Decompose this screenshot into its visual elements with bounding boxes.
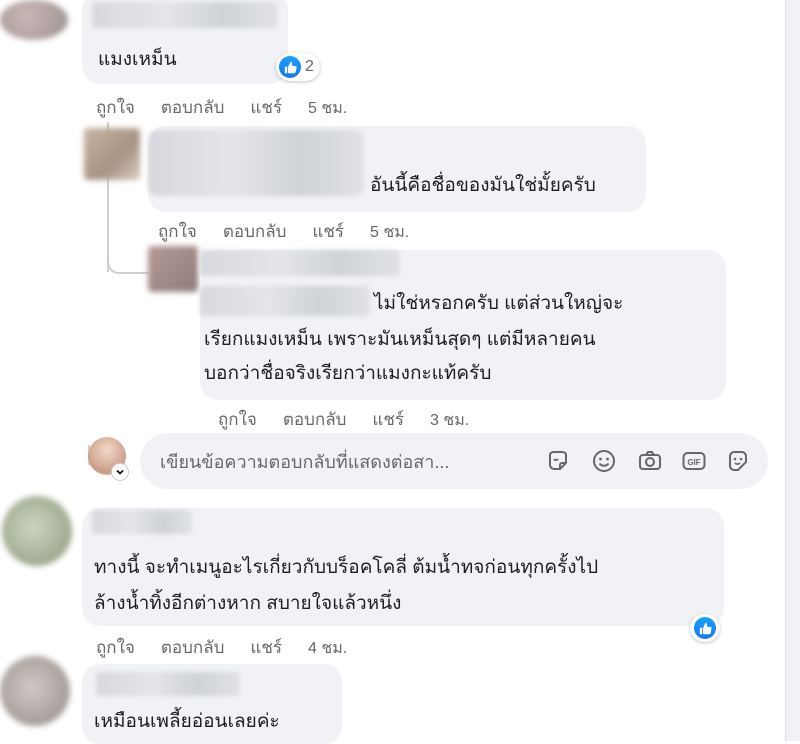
comment-text-line: บอกว่าชื่อจริงเรียกว่าแมงกะแท้ครับ: [204, 363, 492, 384]
reply-input[interactable]: [158, 433, 522, 491]
like-icon: [279, 56, 301, 78]
timestamp[interactable]: 4 ชม.: [308, 640, 347, 657]
comment-bubble: อันนี้คือชื่อของมันใช่มั้ยครับ: [148, 126, 646, 212]
avatar[interactable]: [84, 128, 140, 180]
reply-composer[interactable]: GIF: [140, 433, 768, 491]
like-link[interactable]: ถูกใจ: [158, 222, 197, 241]
reaction-count: 2: [305, 58, 314, 75]
thread-branch: [107, 250, 149, 274]
avatar[interactable]: [2, 496, 72, 566]
reaction-badge[interactable]: 2: [276, 53, 320, 81]
comment-text: เหมือนเพลี้ยอ่อนเลยค่ะ: [94, 711, 280, 732]
gif-icon[interactable]: GIF: [680, 447, 708, 475]
comment-actions: ถูกใจ ตอบกลับ แชร์ 5 ชม.: [158, 218, 409, 245]
comment-text-line: เรียกแมงเหม็น เพราะมันเหม็นสุดๆ แต่มีหลา…: [204, 329, 596, 350]
reaction-badge[interactable]: [690, 614, 720, 642]
avatar[interactable]: [148, 246, 198, 292]
comment-actions: ถูกใจ ตอบกลับ แชร์ 3 ชม.: [218, 406, 469, 433]
comment-bubble: ทางนี้ จะทำเมนูอะไรเกี่ยวกับบร็อคโคลี่ ต…: [82, 508, 724, 626]
like-link[interactable]: ถูกใจ: [218, 410, 257, 429]
scrollbar-track[interactable]: [785, 0, 800, 741]
comment-actions: ถูกใจ ตอบกลับ แชร์ 4 ชม.: [96, 634, 347, 661]
timestamp[interactable]: 3 ชม.: [430, 412, 469, 429]
like-icon: [694, 617, 716, 639]
commenter-name[interactable]: [96, 672, 240, 696]
share-link[interactable]: แชร์: [372, 410, 404, 429]
svg-text:GIF: GIF: [687, 458, 700, 467]
comment-text-line: ทางนี้ จะทำเมนูอะไรเกี่ยวกับบร็อคโคลี่ ต…: [94, 557, 599, 578]
commenter-name[interactable]: [92, 510, 192, 534]
comment-text-line: ไม่ใช่หรอกครับ แต่ส่วนใหญ่จะ: [374, 293, 624, 314]
reply-link[interactable]: ตอบกลับ: [161, 98, 225, 117]
share-link[interactable]: แชร์: [250, 98, 282, 117]
chevron-down-icon[interactable]: [112, 464, 128, 480]
sticker-icon[interactable]: [544, 447, 572, 475]
avatar[interactable]: [0, 0, 68, 40]
comment-bubble: เหมือนเพลี้ยอ่อนเลยค่ะ: [82, 664, 342, 744]
comment-actions: ถูกใจ ตอบกลับ แชร์ 5 ชม.: [96, 94, 347, 121]
reply-link[interactable]: ตอบกลับ: [161, 638, 225, 657]
reply-link[interactable]: ตอบกลับ: [223, 222, 287, 241]
avatar[interactable]: [0, 656, 70, 726]
reply-link[interactable]: ตอบกลับ: [283, 410, 347, 429]
blur-patch: [200, 286, 370, 316]
comment-bubble: แมงเหม็น: [82, 0, 288, 84]
comment-text-line: ล้างน้ำทิ้งอีกต่างหาก สบายใจแล้วหนึ่ง: [94, 593, 402, 614]
timestamp[interactable]: 5 ชม.: [370, 224, 409, 241]
share-link[interactable]: แชร์: [312, 222, 344, 241]
commenter-name[interactable]: [200, 250, 400, 276]
comment-bubble: ไม่ใช่หรอกครับ แต่ส่วนใหญ่จะ เรียกแมงเหม…: [200, 250, 726, 400]
timestamp[interactable]: 5 ชม.: [308, 100, 347, 117]
comment-text: อันนี้คือชื่อของมันใช่มั้ยครับ: [370, 175, 596, 196]
comment-text: แมงเหม็น: [98, 49, 177, 70]
emoji-icon[interactable]: [590, 447, 618, 475]
share-link[interactable]: แชร์: [250, 638, 282, 657]
like-link[interactable]: ถูกใจ: [96, 638, 135, 657]
like-link[interactable]: ถูกใจ: [96, 98, 135, 117]
camera-icon[interactable]: [636, 447, 664, 475]
commenter-name[interactable]: [148, 130, 364, 196]
avatar-sticker-icon[interactable]: [724, 447, 752, 475]
commenter-name[interactable]: [92, 2, 278, 28]
